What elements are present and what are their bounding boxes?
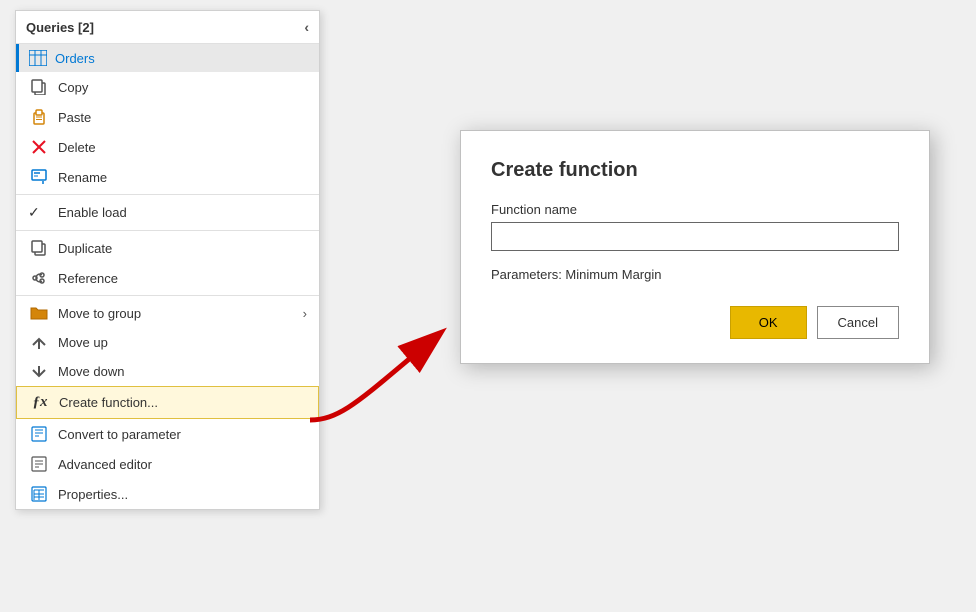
menu-item-duplicate[interactable]: Duplicate xyxy=(16,233,319,263)
menu-item-move-to-group[interactable]: Move to group › xyxy=(16,298,319,328)
delete-icon xyxy=(28,139,50,155)
menu-item-convert-to-parameter[interactable]: Convert to parameter xyxy=(16,419,319,449)
paste-label: Paste xyxy=(58,110,307,125)
paste-icon xyxy=(28,109,50,125)
advanced-editor-label: Advanced editor xyxy=(58,457,307,472)
cancel-button[interactable]: Cancel xyxy=(817,306,899,339)
selected-query-item[interactable]: Orders xyxy=(16,44,319,72)
convert-to-parameter-label: Convert to parameter xyxy=(58,427,307,442)
function-name-label: Function name xyxy=(491,202,899,217)
move-up-label: Move up xyxy=(58,335,307,350)
properties-icon xyxy=(28,486,50,502)
enable-load-label: Enable load xyxy=(58,205,307,220)
divider-3 xyxy=(16,295,319,296)
context-menu-panel: Queries [2] ‹ Orders Copy xyxy=(15,10,320,510)
divider-1 xyxy=(16,194,319,195)
moveup-icon xyxy=(28,337,50,349)
collapse-button[interactable]: ‹ xyxy=(304,19,309,35)
advanced-icon xyxy=(28,456,50,472)
menu-item-properties[interactable]: Properties... xyxy=(16,479,319,509)
menu-item-paste[interactable]: Paste xyxy=(16,102,319,132)
dialog-buttons: OK Cancel xyxy=(491,306,899,339)
reference-label: Reference xyxy=(58,271,307,286)
submenu-arrow-icon: › xyxy=(303,306,307,321)
checkmark-icon: ✓ xyxy=(28,204,50,221)
move-to-group-label: Move to group xyxy=(58,306,303,321)
divider-2 xyxy=(16,230,319,231)
move-down-label: Move down xyxy=(58,364,307,379)
function-name-input[interactable] xyxy=(491,222,899,251)
create-function-label: Create function... xyxy=(59,395,306,410)
menu-item-rename[interactable]: Rename xyxy=(16,162,319,192)
menu-item-delete[interactable]: Delete xyxy=(16,132,319,162)
menu-item-reference[interactable]: Reference xyxy=(16,263,319,293)
params-label: Parameters: Minimum Margin xyxy=(491,267,899,282)
menu-item-advanced-editor[interactable]: Advanced editor xyxy=(16,449,319,479)
rename-icon xyxy=(28,169,50,185)
dialog-title: Create function xyxy=(491,159,899,182)
menu-item-create-function[interactable]: ƒx Create function... xyxy=(16,386,319,419)
movedown-icon xyxy=(28,366,50,378)
copy-label: Copy xyxy=(58,80,307,95)
properties-label: Properties... xyxy=(58,487,307,502)
rename-label: Rename xyxy=(58,170,307,185)
delete-label: Delete xyxy=(58,140,307,155)
menu-item-enable-load[interactable]: ✓ Enable load xyxy=(16,197,319,228)
reference-icon xyxy=(28,270,50,286)
folder-icon xyxy=(28,305,50,321)
menu-item-move-up[interactable]: Move up xyxy=(16,328,319,357)
fx-icon: ƒx xyxy=(29,394,51,411)
duplicate-label: Duplicate xyxy=(58,241,307,256)
menu-item-move-down[interactable]: Move down xyxy=(16,357,319,386)
panel-title: Queries [2] xyxy=(26,20,94,35)
duplicate-icon xyxy=(28,240,50,256)
create-function-dialog: Create function Function name Parameters… xyxy=(460,130,930,364)
menu-item-copy[interactable]: Copy xyxy=(16,72,319,102)
panel-header: Queries [2] ‹ xyxy=(16,11,319,44)
convert-icon xyxy=(28,426,50,442)
table-icon xyxy=(29,50,47,66)
copy-icon xyxy=(28,79,50,95)
ok-button[interactable]: OK xyxy=(730,306,807,339)
arrow-annotation xyxy=(300,320,480,440)
selected-query-label: Orders xyxy=(55,51,95,66)
